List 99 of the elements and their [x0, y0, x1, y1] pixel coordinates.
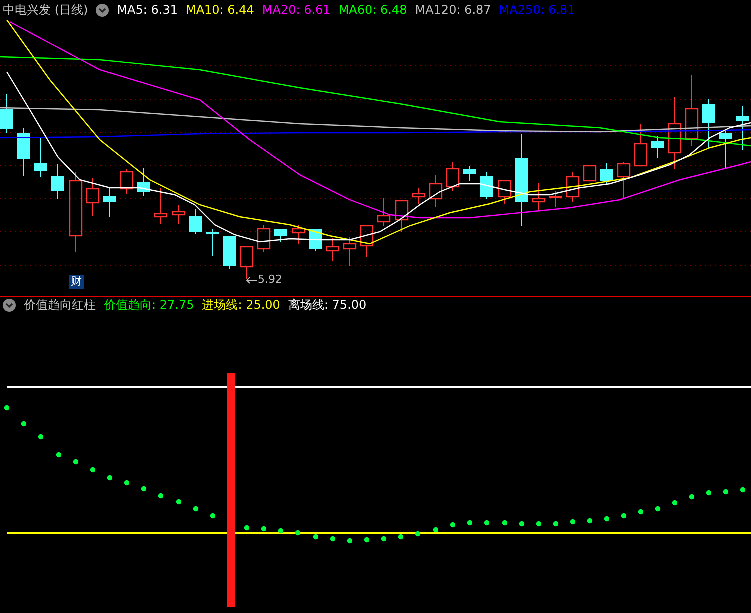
candlestick [343, 236, 357, 266]
indicator-title: 价值趋向红柱 [24, 297, 96, 314]
indicator-dot [364, 537, 370, 543]
candlestick [685, 74, 699, 146]
candlestick [566, 172, 580, 202]
finance-badge: 财 [69, 275, 84, 289]
indicator-dot [73, 459, 79, 465]
indicator-dot [313, 534, 319, 540]
price-label: 5.92 [258, 272, 282, 288]
indicator-dot [638, 509, 644, 515]
candlestick [702, 98, 716, 148]
indicator-dot [587, 518, 593, 524]
indicator-dot [38, 434, 44, 440]
indicator-value: 进场线: 25.00 [202, 297, 280, 314]
candlestick [583, 164, 597, 182]
indicator-dot [655, 506, 661, 512]
indicator-dot [450, 522, 456, 528]
indicator-dot [330, 536, 336, 542]
indicator-value: 离场线: 75.00 [288, 297, 367, 314]
candlestick [34, 138, 48, 178]
indicator-dot [604, 516, 610, 522]
indicator-dot [706, 490, 712, 496]
moving-average-label: MA10: 6.44 [186, 2, 254, 19]
indicator-dot [90, 467, 96, 473]
candlestick [446, 162, 460, 192]
candlestick [120, 168, 134, 194]
indicator-dot [398, 534, 404, 540]
candlestick [18, 128, 30, 176]
candlestick [377, 198, 391, 226]
indicator-dot [415, 531, 421, 537]
candlestick [480, 172, 494, 200]
indicator-dot [261, 526, 267, 532]
candlestick [550, 190, 562, 208]
candlestick [274, 228, 288, 242]
candlestick [412, 188, 426, 204]
chart-title: 中电兴发 (日线) [3, 2, 88, 19]
moving-average-label: MA60: 6.48 [338, 2, 408, 19]
indicator-dot [278, 528, 284, 534]
indicator-dot [740, 487, 746, 493]
candlestick [206, 228, 220, 256]
candlestick [736, 106, 750, 150]
candlestick [395, 200, 409, 232]
candlestick [0, 94, 14, 134]
indicator-dot [295, 530, 301, 536]
moving-average-label: MA5: 6.31 [117, 2, 178, 19]
indicator-dot [570, 519, 576, 525]
indicator-dot [210, 513, 216, 519]
indicator-dot [672, 500, 678, 506]
candlestick [720, 130, 732, 170]
candlestick [240, 246, 254, 280]
indicator-dot [467, 520, 473, 526]
indicator-dot [553, 521, 559, 527]
indicator-dot [244, 525, 250, 531]
indicator-dot [347, 538, 353, 544]
candlestick [52, 164, 64, 200]
candlestick [104, 186, 116, 218]
moving-average-label: MA120: 6.87 [415, 2, 492, 19]
candlestick [190, 208, 202, 234]
indicator-dot [502, 520, 508, 526]
indicator-dot [689, 494, 695, 500]
candlestick [172, 204, 186, 224]
indicator-dot [4, 405, 10, 411]
dropdown-icon[interactable] [96, 4, 110, 16]
indicator-dot [176, 499, 182, 505]
candlestick [224, 236, 236, 270]
candlestick [429, 174, 443, 208]
candlestick [86, 178, 100, 216]
indicator-dot [56, 452, 62, 458]
candlestick [360, 225, 374, 258]
indicator-value: 价值趋向: 27.75 [104, 297, 194, 314]
candlestick [652, 136, 664, 158]
indicator-dot [21, 421, 27, 427]
candlestick [257, 224, 271, 252]
candlestick [138, 168, 150, 196]
candlestick [634, 124, 648, 167]
candlestick [600, 162, 614, 186]
candlestick [617, 162, 631, 200]
indicator-dot [723, 489, 729, 495]
candlestick [532, 182, 546, 212]
indicator-dot [124, 480, 130, 486]
indicator-dot [519, 521, 525, 527]
candlestick [326, 238, 340, 262]
candlestick [154, 188, 168, 224]
indicator-dot [621, 513, 627, 519]
indicator-dot [158, 493, 164, 499]
moving-average-label: MA20: 6.61 [262, 2, 331, 19]
dropdown-icon[interactable] [3, 299, 16, 312]
indicator-dot [193, 506, 199, 512]
candlestick [292, 224, 306, 244]
moving-average-label: MA250: 6.81 [499, 2, 576, 19]
indicator-dot [141, 486, 147, 492]
candlestick [464, 166, 476, 182]
indicator-dot [536, 521, 542, 527]
indicator-dot [107, 475, 113, 481]
indicator-dot [484, 520, 490, 526]
indicator-dot [433, 527, 439, 533]
candlestick [498, 180, 512, 204]
indicator-dot [381, 536, 387, 542]
arrow-left-icon [246, 276, 258, 284]
